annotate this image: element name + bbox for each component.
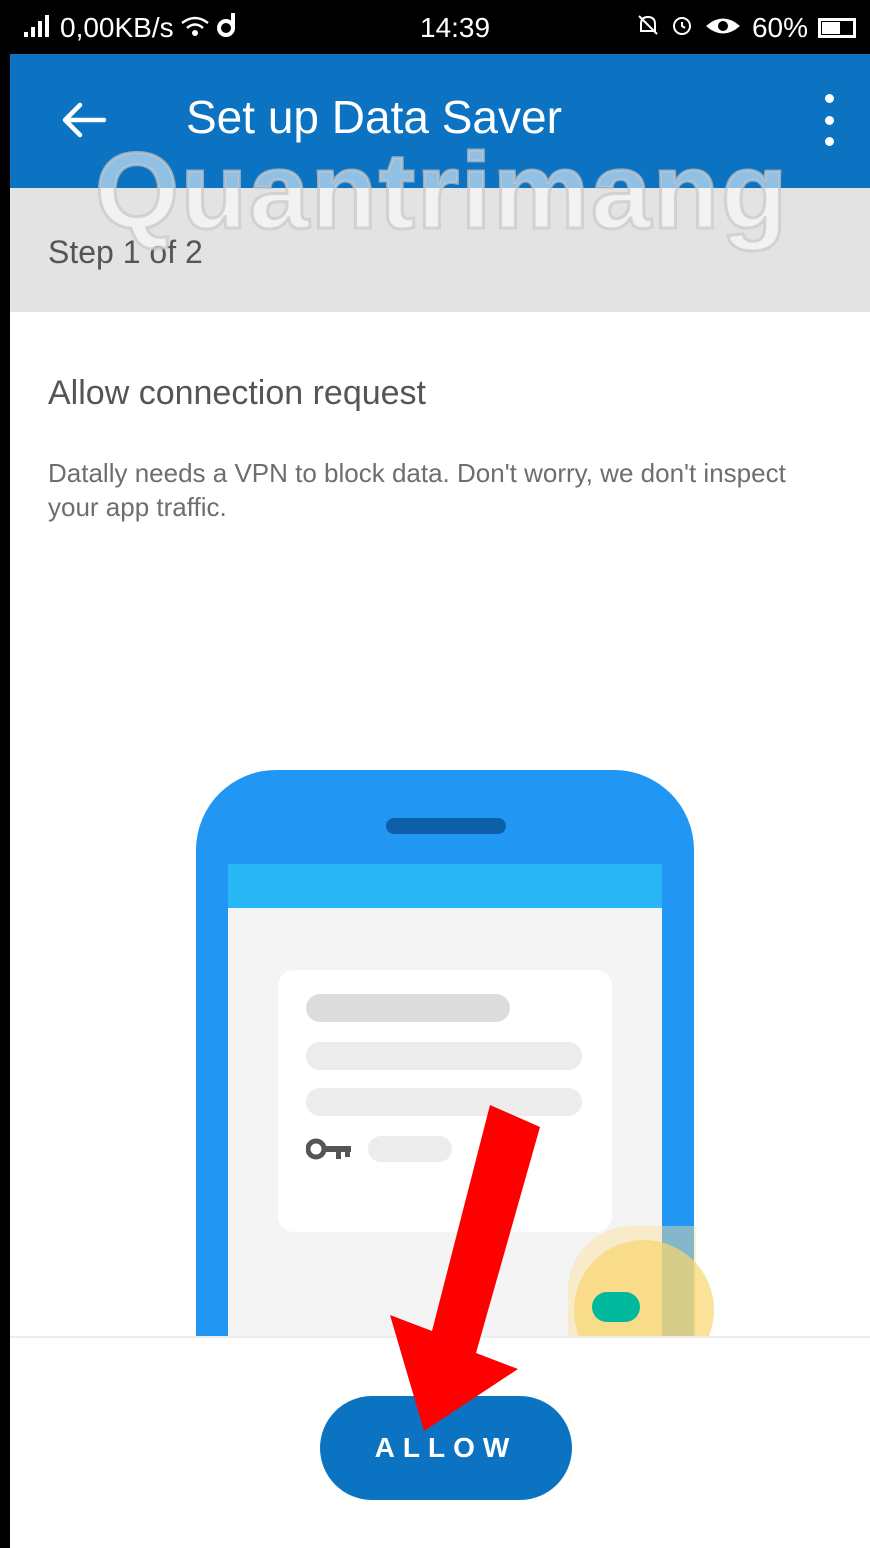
status-time: 14:39 (420, 12, 491, 43)
screen: 0,00KB/s 14:39 60% Set up Data Saver Ste… (0, 0, 870, 1548)
dot-icon (824, 115, 834, 125)
allow-button[interactable]: ALLOW (320, 1396, 572, 1500)
watermark-logo: Quantrimang (93, 129, 790, 253)
app-notification-icon (216, 12, 238, 44)
status-bar: 0,00KB/s 14:39 60% (10, 0, 870, 54)
connection-request-card (278, 970, 714, 1396)
wifi-icon (180, 12, 210, 44)
placeholder-line (368, 1136, 452, 1162)
battery-percent: 60% (751, 12, 808, 43)
bottom-action-area: ALLOW (10, 1336, 870, 1548)
content-description: Datally needs a VPN to block data. Don't… (48, 458, 786, 522)
eye-icon (704, 12, 742, 44)
battery-fill (822, 22, 840, 34)
content-title: Allow connection request (48, 374, 427, 412)
phone-screen (228, 864, 714, 1396)
battery-icon (818, 18, 856, 38)
phone-illustration (196, 770, 714, 1396)
phone-screen-bar (228, 864, 662, 908)
status-right: 60% (636, 12, 856, 44)
status-left: 0,00KB/s (24, 12, 238, 44)
dot-icon (824, 137, 834, 146)
more-options-button[interactable] (816, 94, 842, 146)
placeholder-line (306, 1088, 582, 1116)
phone-speaker (386, 818, 506, 834)
left-edge (0, 0, 10, 1548)
toggle-icon (592, 1292, 640, 1322)
placeholder-line (306, 1042, 582, 1070)
network-speed: 0,00KB/s (60, 12, 174, 43)
signal-icon (24, 12, 54, 44)
placeholder-line (306, 994, 510, 1022)
mute-icon (636, 12, 660, 44)
alarm-icon (670, 12, 694, 44)
key-icon (306, 1138, 351, 1160)
dot-icon (824, 94, 834, 103)
